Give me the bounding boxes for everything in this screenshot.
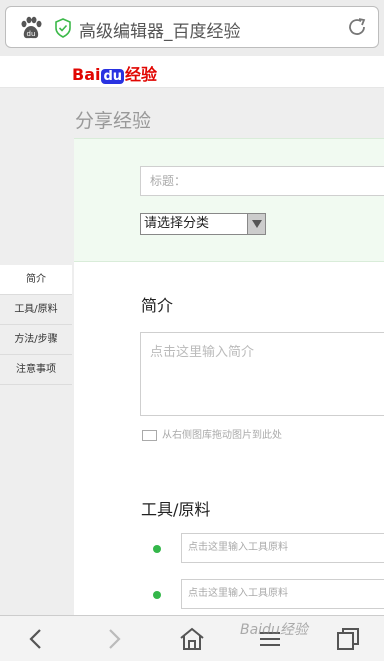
tool-item-row: 点击这里输入工具原料: [140, 579, 384, 611]
page-title: 分享经验: [75, 110, 152, 132]
title-section: 标题： 请选择分类: [74, 138, 384, 262]
browser-bottom-bar: Baidu经验: [0, 615, 384, 661]
title-input[interactable]: 标题：: [140, 166, 384, 196]
bullet-dot-icon: [153, 591, 161, 599]
reload-icon[interactable]: [346, 16, 368, 38]
content-panel: 简介 点击这里输入简介 从右侧图库拖动图片到此处 工具/原料 点击这里输入工具原…: [74, 262, 384, 615]
drag-hint-text: 从右侧图库拖动图片到此处: [162, 430, 282, 441]
logo-part-bai: Bai: [72, 65, 101, 84]
tool-item-input[interactable]: 点击这里输入工具原料: [181, 579, 384, 609]
logo-part-jingyan: 经验: [125, 65, 158, 84]
nav-item-tools[interactable]: 工具/原料: [0, 295, 72, 325]
page-tab-title: 高级编辑器_百度经验: [79, 22, 241, 42]
intro-textarea[interactable]: 点击这里输入简介: [140, 332, 384, 416]
site-header: Bai du 经验: [0, 56, 384, 88]
bullet-dot-icon: [153, 545, 161, 553]
logo-part-du: du: [101, 69, 125, 84]
paw-icon: du: [21, 16, 42, 39]
nav-item-intro[interactable]: 简介: [0, 265, 72, 295]
browser-toolbar: du 高级编辑器_百度经验: [0, 0, 384, 56]
dropdown-arrow-icon[interactable]: [247, 214, 265, 234]
category-select[interactable]: 请选择分类: [140, 213, 266, 235]
section-nav: 简介 工具/原料 方法/步骤 注意事项: [0, 265, 72, 385]
tabs-icon[interactable]: [334, 625, 362, 653]
back-icon[interactable]: [22, 625, 50, 653]
tool-item-row: 点击这里输入工具原料: [140, 533, 384, 565]
shield-check-icon: [55, 18, 71, 38]
category-select-label: 请选择分类: [144, 216, 210, 231]
drag-image-hint: 从右侧图库拖动图片到此处: [142, 426, 282, 441]
home-icon[interactable]: [178, 625, 206, 653]
image-icon: [142, 429, 157, 441]
address-bar[interactable]: du 高级编辑器_百度经验: [5, 6, 379, 48]
watermark: Baidu经验: [240, 622, 308, 638]
nav-item-notes[interactable]: 注意事项: [0, 355, 72, 385]
tool-item-input[interactable]: 点击这里输入工具原料: [181, 533, 384, 563]
intro-heading: 简介: [141, 296, 174, 315]
nav-item-steps[interactable]: 方法/步骤: [0, 325, 72, 355]
forward-icon[interactable]: [100, 625, 128, 653]
tools-heading: 工具/原料: [141, 500, 211, 519]
svg-text:du: du: [27, 30, 36, 38]
baidu-jingyan-logo[interactable]: Bai du 经验: [72, 61, 157, 85]
